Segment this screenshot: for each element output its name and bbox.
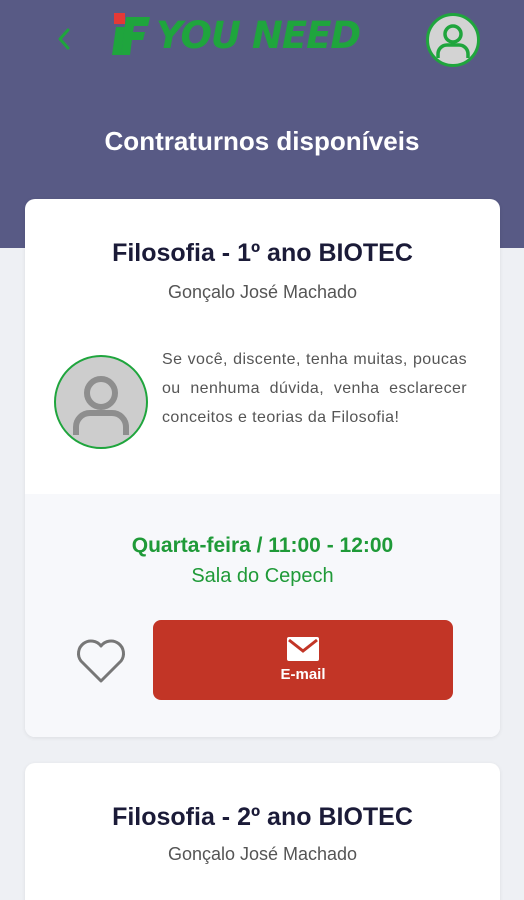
card-footer: Quarta-feira / 11:00 - 12:00 Sala do Cep…: [25, 494, 500, 737]
email-button[interactable]: E-mail: [153, 620, 453, 700]
logo-mark-icon: [112, 13, 150, 55]
course-title: Filosofia - 1º ano BIOTEC: [112, 239, 413, 267]
course-title: Filosofia - 2º ano BIOTEC: [112, 803, 413, 831]
app-logo: YOU NEED: [112, 12, 361, 58]
teacher-name: Gonçalo José Machado: [167, 844, 358, 864]
page-title: Contraturnos disponíveis: [104, 126, 420, 156]
chevron-left-icon: [58, 28, 70, 50]
favorite-button[interactable]: [74, 636, 128, 686]
course-card: Filosofia - 1º ano BIOTEC Gonçalo José M…: [25, 199, 500, 737]
room-text: Sala do Cepech: [191, 565, 334, 587]
mail-icon: [287, 637, 319, 661]
schedule-text: Quarta-feira / 11:00 - 12:00: [131, 534, 394, 557]
profile-button[interactable]: [426, 13, 480, 67]
teacher-avatar: [54, 355, 148, 449]
teacher-name: Gonçalo José Machado: [167, 282, 358, 302]
user-icon: [73, 376, 129, 435]
heart-outline-icon: [77, 639, 125, 683]
back-button[interactable]: [50, 24, 78, 54]
course-card: Filosofia - 2º ano BIOTEC Gonçalo José M…: [25, 763, 500, 900]
course-description: Se você, discente, tenha muitas, poucas …: [162, 351, 467, 426]
logo-text: YOU NEED: [156, 13, 361, 57]
email-button-label: E-mail: [280, 666, 326, 683]
user-icon: [436, 24, 470, 58]
